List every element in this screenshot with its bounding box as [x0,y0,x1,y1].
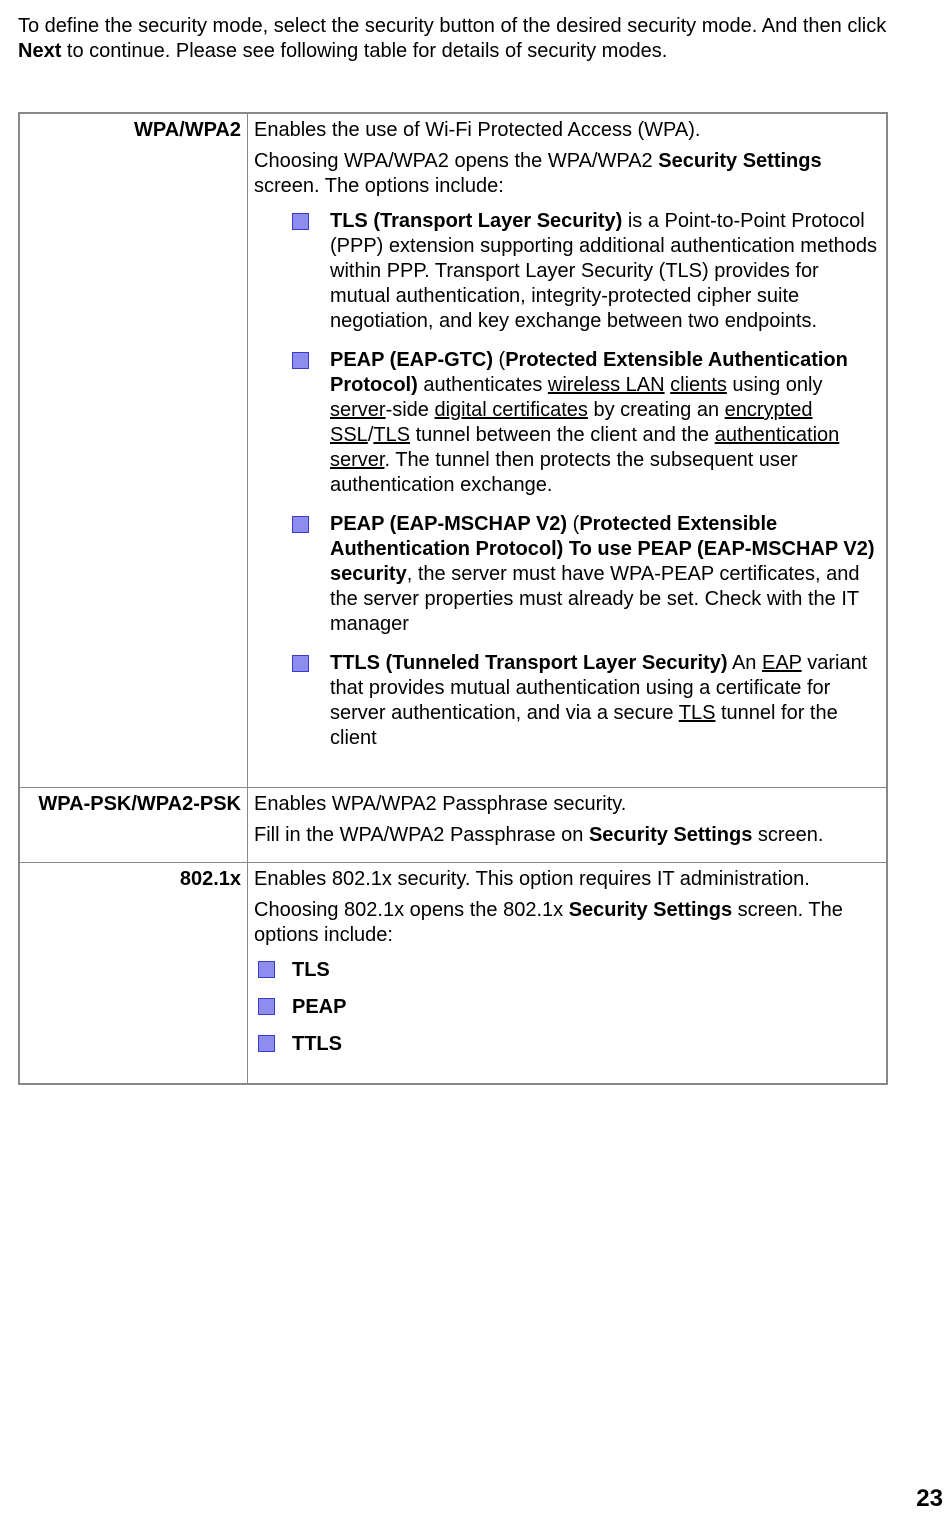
wpa-options-list: TLS (Transport Layer Security) is a Poin… [292,209,880,751]
list-item: TTLS [258,1032,880,1057]
list-item: TTLS (Tunneled Transport Layer Security)… [292,651,880,751]
psk-p1: Enables WPA/WPA2 Passphrase security. [254,792,880,817]
mode-desc-8021x: Enables 802.1x security. This option req… [248,863,888,1085]
psk-p2: Fill in the WPA/WPA2 Passphrase on Secur… [254,823,880,848]
mode-desc-psk: Enables WPA/WPA2 Passphrase security. Fi… [248,788,888,863]
intro-text-prefix: To define the security mode, select the … [18,15,886,37]
list-item: PEAP (EAP-GTC) (Protected Extensible Aut… [292,348,880,498]
mode-desc-wpa: Enables the use of Wi-Fi Protected Acces… [248,113,888,788]
list-item: PEAP (EAP-MSCHAP V2) (Protected Extensib… [292,512,880,637]
8021x-p2: Choosing 802.1x opens the 802.1x Securit… [254,898,880,948]
table-row: WPA/WPA2 Enables the use of Wi-Fi Protec… [19,113,887,788]
bullet-icon [258,998,275,1015]
mode-label-8021x: 802.1x [19,863,248,1085]
table-row: WPA-PSK/WPA2-PSK Enables WPA/WPA2 Passph… [19,788,887,863]
intro-paragraph: To define the security mode, select the … [18,14,933,64]
bullet-icon [258,1035,275,1052]
page-number: 23 [916,1484,943,1514]
table-row: 802.1x Enables 802.1x security. This opt… [19,863,887,1085]
bullet-icon [292,352,309,369]
mode-label-psk: WPA-PSK/WPA2-PSK [19,788,248,863]
8021x-p1: Enables 802.1x security. This option req… [254,867,880,892]
8021x-options-list: TLS PEAP TTLS [258,958,880,1057]
intro-bold-next: Next [18,40,61,62]
bullet-icon [292,213,309,230]
wpa-p2: Choosing WPA/WPA2 opens the WPA/WPA2 Sec… [254,149,880,199]
wpa-p1: Enables the use of Wi-Fi Protected Acces… [254,118,880,143]
list-item: TLS [258,958,880,983]
list-item: TLS (Transport Layer Security) is a Poin… [292,209,880,334]
mode-label-wpa: WPA/WPA2 [19,113,248,788]
bullet-icon [292,655,309,672]
intro-text-suffix: to continue. Please see following table … [61,40,667,62]
security-modes-table: WPA/WPA2 Enables the use of Wi-Fi Protec… [18,112,888,1085]
bullet-icon [258,961,275,978]
list-item: PEAP [258,995,880,1020]
bullet-icon [292,516,309,533]
